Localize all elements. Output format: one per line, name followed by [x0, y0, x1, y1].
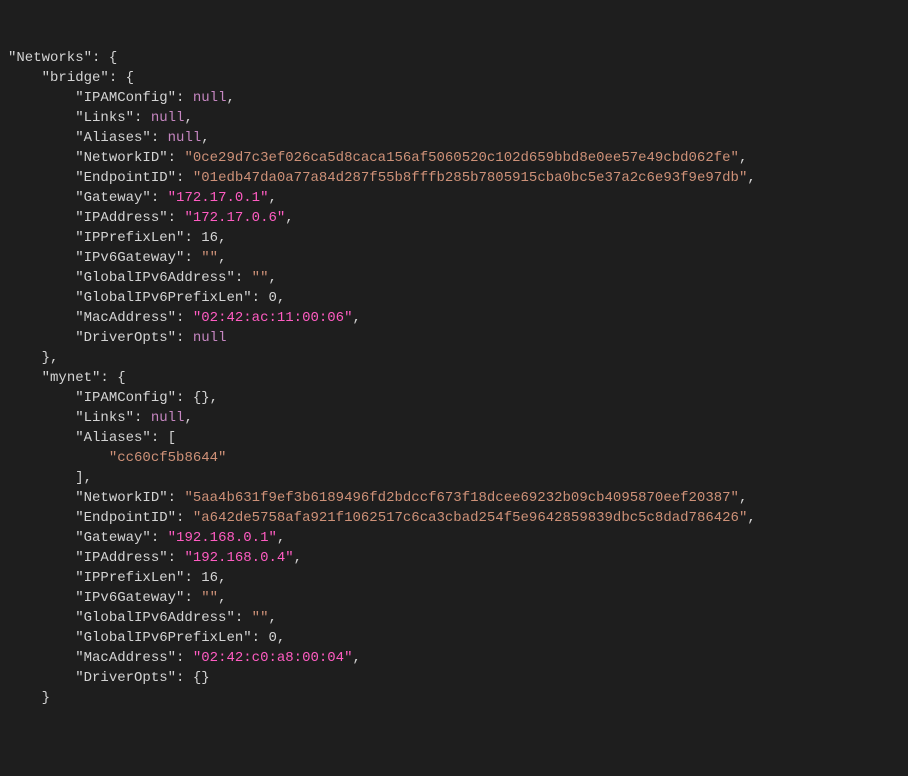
key-endpointid: "EndpointID" [75, 510, 176, 526]
value-mynet-globalipv6prefixlen: 0 [268, 630, 276, 646]
value-bridge-networkid: "0ce29d7c3ef026ca5d8caca156af5060520c102… [184, 150, 739, 166]
key-globalipv6prefixlen: "GlobalIPv6PrefixLen" [75, 290, 251, 306]
key-networkid: "NetworkID" [75, 490, 167, 506]
key-links: "Links" [75, 110, 134, 126]
key-aliases: "Aliases" [75, 430, 151, 446]
value-bridge-ipaddress: "172.17.0.6" [184, 210, 285, 226]
value-bridge-ipv6gateway: "" [201, 250, 218, 266]
value-null: null [193, 330, 227, 346]
value-null: null [168, 130, 202, 146]
key-globalipv6address: "GlobalIPv6Address" [75, 610, 235, 626]
value-bridge-macaddress: "02:42:ac:11:00:06" [193, 310, 353, 326]
value-mynet-networkid: "5aa4b631f9ef3b6189496fd2bdccf673f18dcee… [184, 490, 739, 506]
value-null: null [193, 90, 227, 106]
key-driveropts: "DriverOpts" [75, 330, 176, 346]
key-ipamconfig: "IPAMConfig" [75, 90, 176, 106]
key-globalipv6address: "GlobalIPv6Address" [75, 270, 235, 286]
value-mynet-ipprefixlen: 16 [201, 570, 218, 586]
key-driveropts: "DriverOpts" [75, 670, 176, 686]
key-mynet: "mynet" [42, 370, 101, 386]
key-ipprefixlen: "IPPrefixLen" [75, 230, 184, 246]
value-bridge-globalipv6address: "" [252, 270, 269, 286]
value-null: null [151, 110, 185, 126]
value-bridge-gateway: "172.17.0.1" [168, 190, 269, 206]
key-aliases: "Aliases" [75, 130, 151, 146]
key-networkid: "NetworkID" [75, 150, 167, 166]
key-bridge: "bridge" [42, 70, 109, 86]
value-mynet-driveropts: {} [193, 670, 210, 686]
value-mynet-macaddress: "02:42:c0:a8:00:04" [193, 650, 353, 666]
key-macaddress: "MacAddress" [75, 650, 176, 666]
key-ipaddress: "IPAddress" [75, 550, 167, 566]
value-mynet-ipaddress: "192.168.0.4" [184, 550, 293, 566]
key-gateway: "Gateway" [75, 190, 151, 206]
key-ipv6gateway: "IPv6Gateway" [75, 590, 184, 606]
key-ipv6gateway: "IPv6Gateway" [75, 250, 184, 266]
key-links: "Links" [75, 410, 134, 426]
value-mynet-ipamconfig: {} [193, 390, 210, 406]
key-macaddress: "MacAddress" [75, 310, 176, 326]
value-mynet-gateway: "192.168.0.1" [168, 530, 277, 546]
value-mynet-globalipv6address: "" [252, 610, 269, 626]
key-networks: "Networks" [8, 50, 92, 66]
json-output: "Networks": { "bridge": { "IPAMConfig": … [8, 48, 900, 708]
key-globalipv6prefixlen: "GlobalIPv6PrefixLen" [75, 630, 251, 646]
value-null: null [151, 410, 185, 426]
key-gateway: "Gateway" [75, 530, 151, 546]
key-ipprefixlen: "IPPrefixLen" [75, 570, 184, 586]
key-endpointid: "EndpointID" [75, 170, 176, 186]
value-bridge-endpointid: "01edb47da0a77a84d287f55b8fffb285b780591… [193, 170, 748, 186]
key-ipamconfig: "IPAMConfig" [75, 390, 176, 406]
value-mynet-alias0: "cc60cf5b8644" [109, 450, 227, 466]
value-mynet-ipv6gateway: "" [201, 590, 218, 606]
value-bridge-ipprefixlen: 16 [201, 230, 218, 246]
value-bridge-globalipv6prefixlen: 0 [268, 290, 276, 306]
value-mynet-endpointid: "a642de5758afa921f1062517c6ca3cbad254f5e… [193, 510, 748, 526]
key-ipaddress: "IPAddress" [75, 210, 167, 226]
